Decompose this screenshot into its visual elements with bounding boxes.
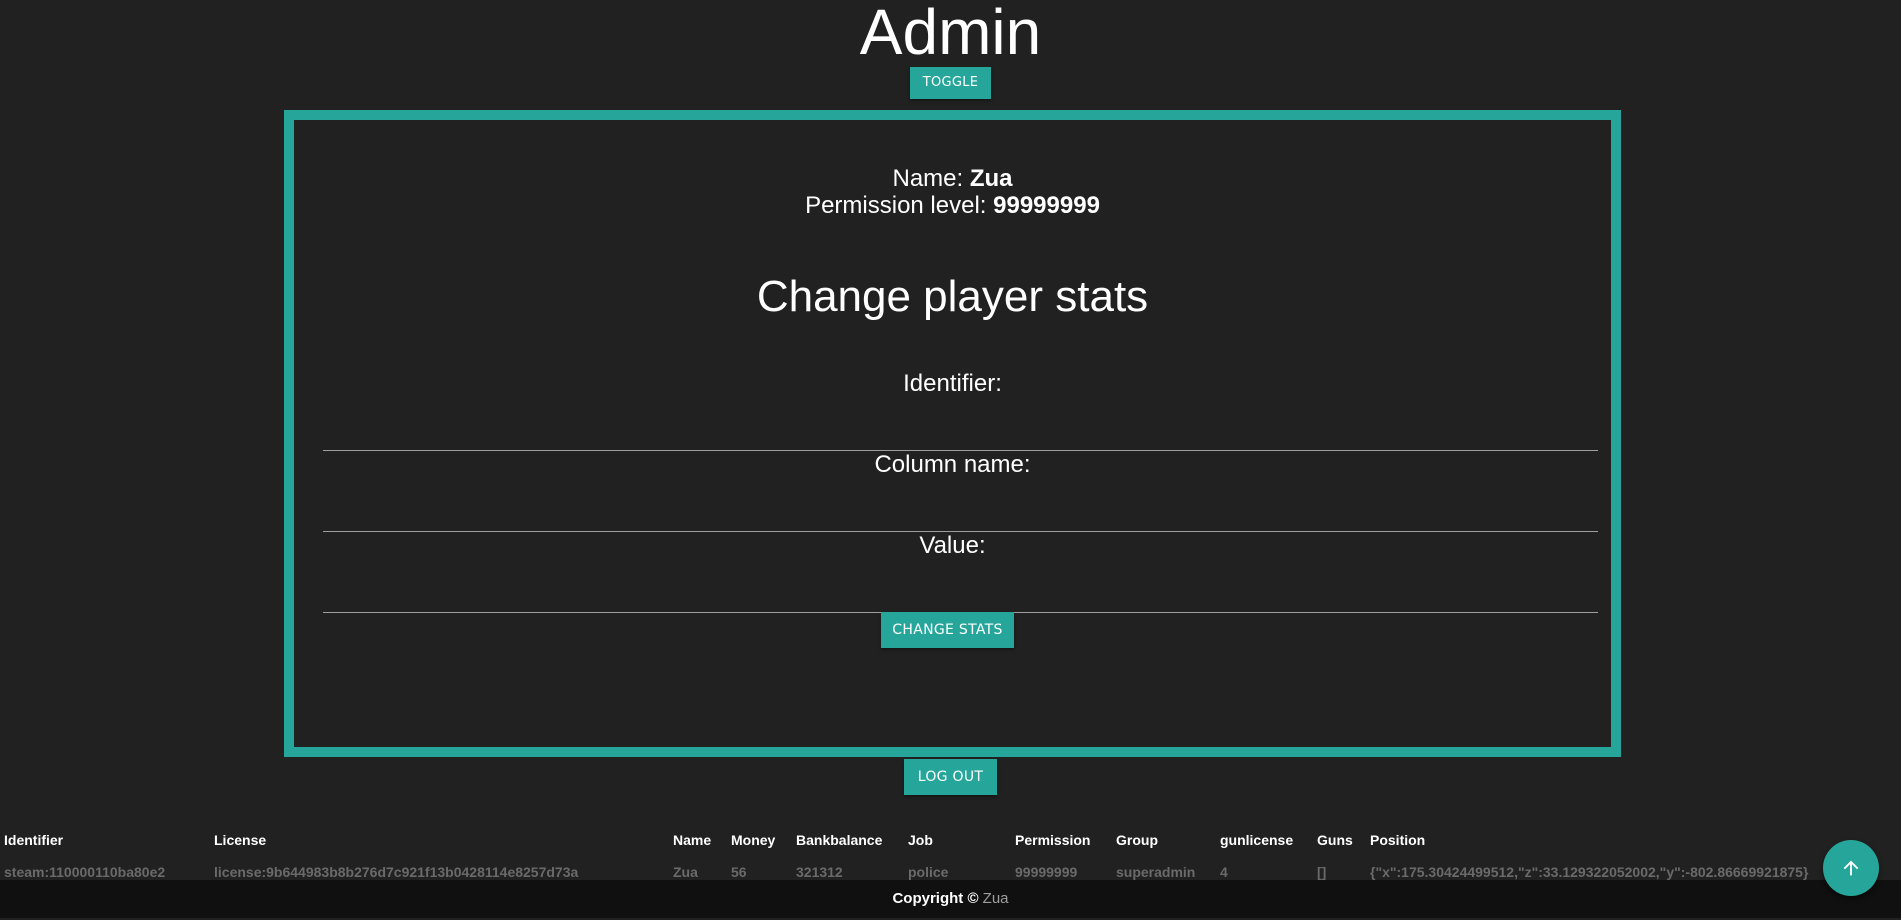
permission-label: Permission level: xyxy=(805,192,987,219)
identifier-input[interactable] xyxy=(323,415,1598,451)
column-header-money: Money xyxy=(731,832,776,848)
name-value: Zua xyxy=(969,165,1013,192)
footer: Copyright © Zua xyxy=(0,880,1901,918)
toggle-button[interactable]: TOGGLE xyxy=(910,67,991,99)
column-header-permission: Permission xyxy=(1015,832,1091,848)
table-header-row: Identifier License Name Money Bankbalanc… xyxy=(0,825,1901,855)
name-label: Name: xyxy=(892,165,964,192)
profile-permission-line: Permission level: 99999999 xyxy=(294,192,1611,219)
column-header-guns: Guns xyxy=(1317,832,1353,848)
column-header-gunlicense: gunlicense xyxy=(1220,832,1294,848)
identifier-label: Identifier: xyxy=(903,370,1002,397)
change-stats-title: Change player stats xyxy=(756,272,1149,321)
admin-panel: Name: Zua Permission level: 99999999 Cha… xyxy=(284,110,1621,757)
page-title: Admin xyxy=(859,0,1042,68)
change-stats-button[interactable]: CHANGE STATS xyxy=(881,612,1014,648)
profile-info: Name: Zua Permission level: 99999999 xyxy=(294,165,1611,219)
column-header-position: Position xyxy=(1370,832,1426,848)
arrow-up-icon xyxy=(1843,860,1859,876)
copyright-text: Copyright © xyxy=(892,890,979,907)
column-header-license: License xyxy=(214,832,267,848)
logout-button[interactable]: LOG OUT xyxy=(904,759,997,795)
column-header-bankbalance: Bankbalance xyxy=(796,832,883,848)
column-name-label: Column name: xyxy=(874,451,1031,478)
column-header-identifier: Identifier xyxy=(4,832,64,848)
permission-value: 99999999 xyxy=(993,192,1100,219)
column-header-name: Name xyxy=(673,832,712,848)
column-header-group: Group xyxy=(1116,832,1158,848)
column-name-input[interactable] xyxy=(323,496,1598,532)
column-header-job: Job xyxy=(908,832,933,848)
copyright-link[interactable]: Zua xyxy=(983,890,1009,907)
profile-name-line: Name: Zua xyxy=(294,165,1611,192)
value-label: Value: xyxy=(919,532,986,559)
value-input[interactable] xyxy=(323,577,1598,613)
scroll-top-button[interactable] xyxy=(1823,840,1879,896)
